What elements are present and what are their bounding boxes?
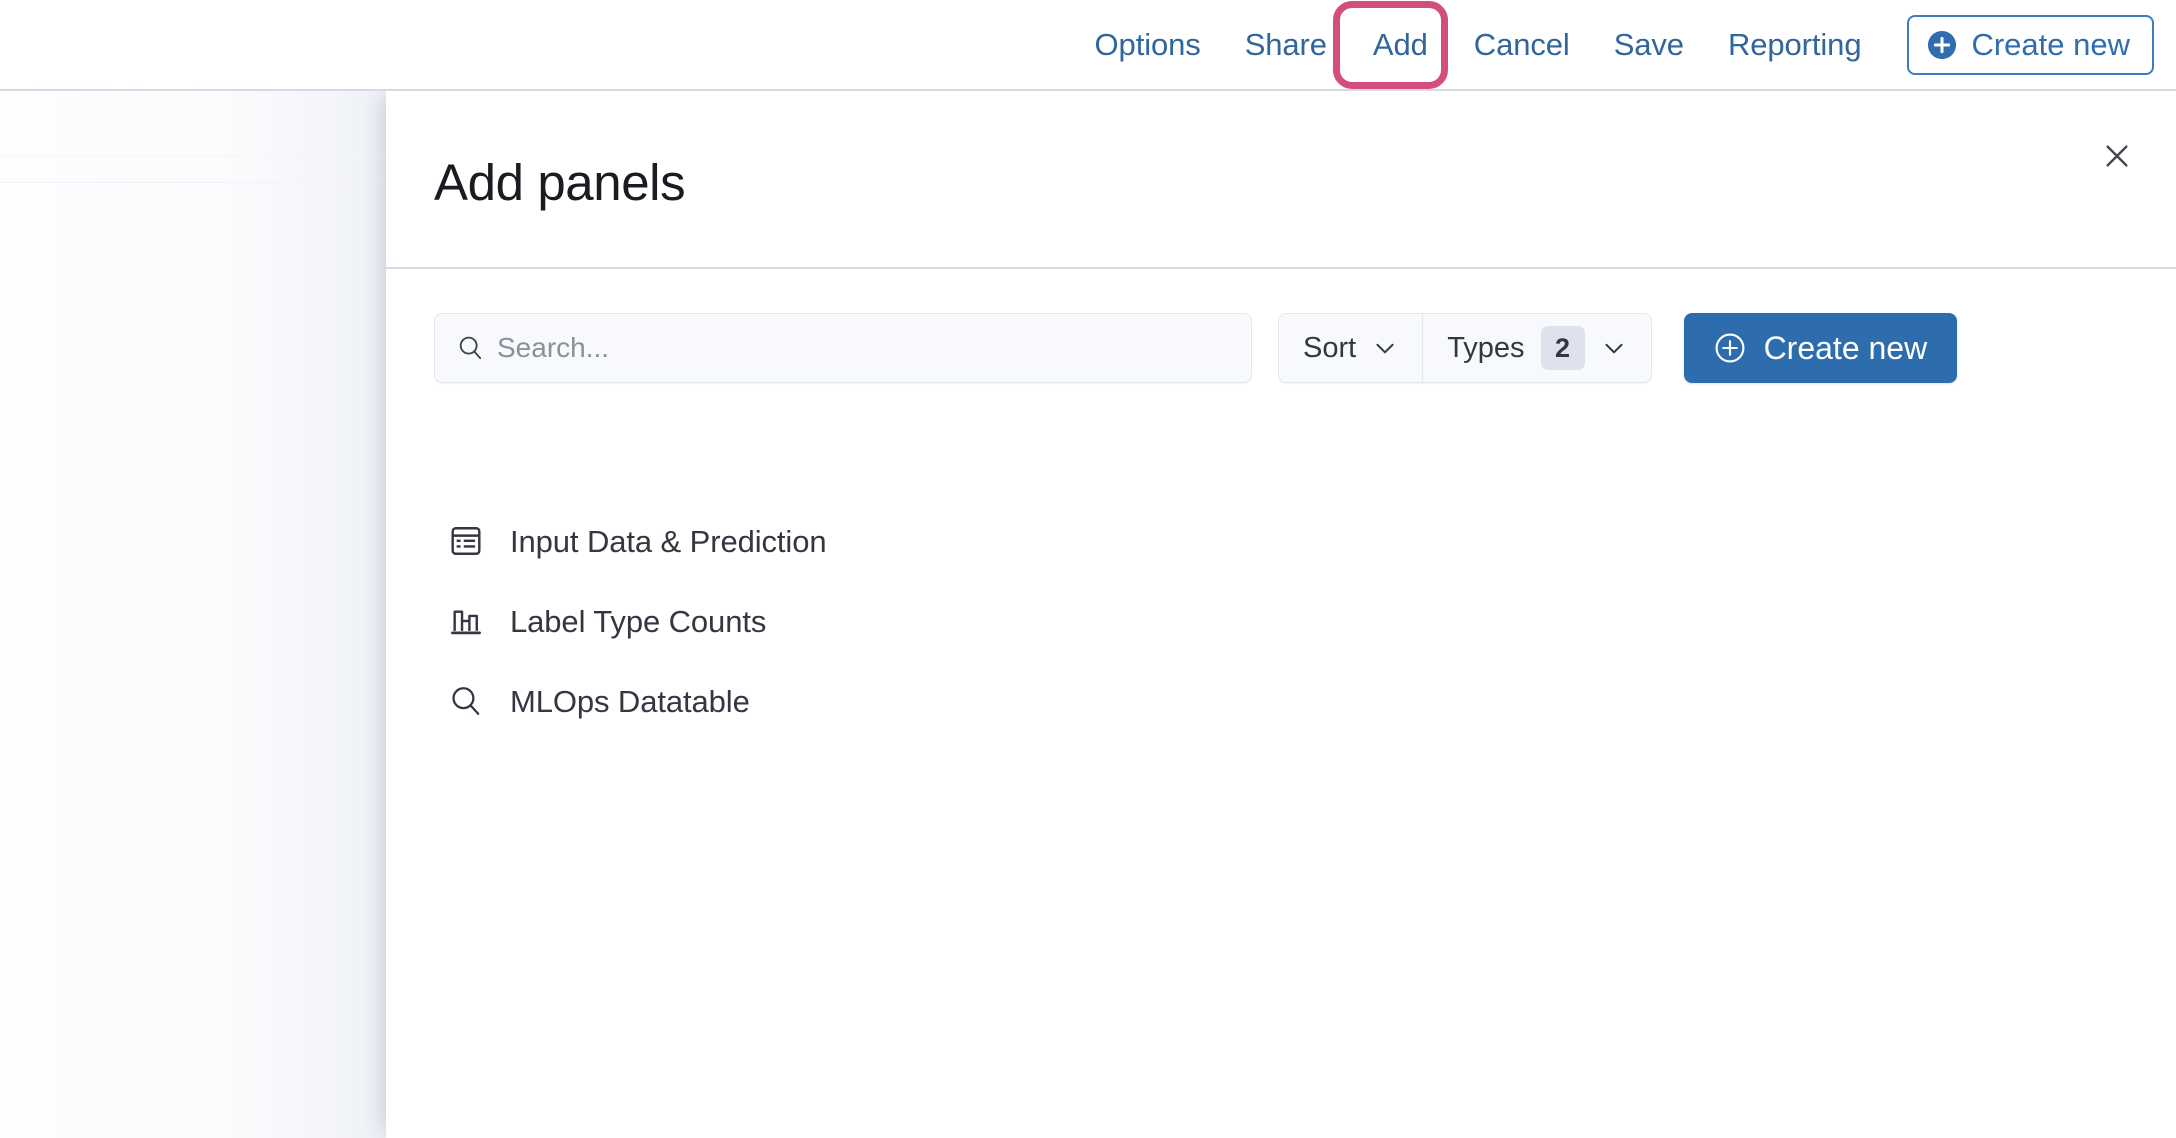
chevron-down-icon (1372, 335, 1398, 361)
app-root: Options Share Add Cancel Save Reporting … (0, 0, 2176, 1138)
list-item-label: Label Type Counts (510, 606, 766, 637)
chevron-down-icon (1601, 335, 1627, 361)
types-dropdown-button[interactable]: Types 2 (1422, 314, 1650, 382)
panel-list: Input Data & Prediction Label Type Count… (386, 501, 2176, 741)
nav-link-save[interactable]: Save (1592, 29, 1706, 60)
sort-dropdown-button[interactable]: Sort (1279, 314, 1422, 382)
list-item[interactable]: Label Type Counts (386, 581, 2176, 661)
bar-chart-icon (448, 603, 484, 639)
search-field-wrapper (434, 313, 1252, 383)
flyout-controls-row: Sort Types 2 (386, 313, 2176, 383)
flyout-create-new-button[interactable]: Create new (1684, 313, 1958, 383)
filter-button-group: Sort Types 2 (1278, 313, 1652, 383)
top-create-new-button[interactable]: Create new (1907, 15, 2154, 75)
list-item[interactable]: Input Data & Prediction (386, 501, 2176, 581)
add-panels-flyout: Add panels (386, 91, 2176, 1138)
plus-circle-icon (1714, 332, 1746, 364)
close-icon (2102, 141, 2132, 171)
plus-circle-icon (1927, 30, 1957, 60)
nav-link-options[interactable]: Options (1073, 29, 1223, 60)
close-flyout-button[interactable] (2093, 132, 2141, 180)
types-count-badge: 2 (1541, 326, 1585, 370)
list-item-label: MLOps Datatable (510, 686, 750, 717)
list-item[interactable]: MLOps Datatable (386, 661, 2176, 741)
nav-link-add[interactable]: Add (1349, 29, 1452, 60)
top-nav-links: Options Share Add Cancel Save Reporting … (1073, 0, 2154, 89)
flyout-backdrop-overlay[interactable] (0, 91, 386, 1138)
list-item-label: Input Data & Prediction (510, 526, 827, 557)
nav-link-reporting[interactable]: Reporting (1706, 29, 1884, 60)
nav-link-cancel[interactable]: Cancel (1452, 29, 1592, 60)
search-input[interactable] (434, 313, 1252, 383)
search-discover-icon (448, 683, 484, 719)
backdrop-secondary-line (0, 182, 386, 183)
nav-link-share[interactable]: Share (1223, 29, 1349, 60)
top-create-new-label: Create new (1971, 27, 2130, 63)
table-icon (448, 523, 484, 559)
sort-label: Sort (1303, 332, 1356, 365)
page-title: Add panels (434, 157, 685, 208)
flyout-create-new-label: Create new (1764, 330, 1928, 367)
backdrop-divider-line (0, 155, 386, 156)
flyout-header: Add panels (386, 91, 2176, 269)
types-label: Types (1447, 332, 1524, 365)
top-navigation-bar: Options Share Add Cancel Save Reporting … (0, 0, 2176, 91)
